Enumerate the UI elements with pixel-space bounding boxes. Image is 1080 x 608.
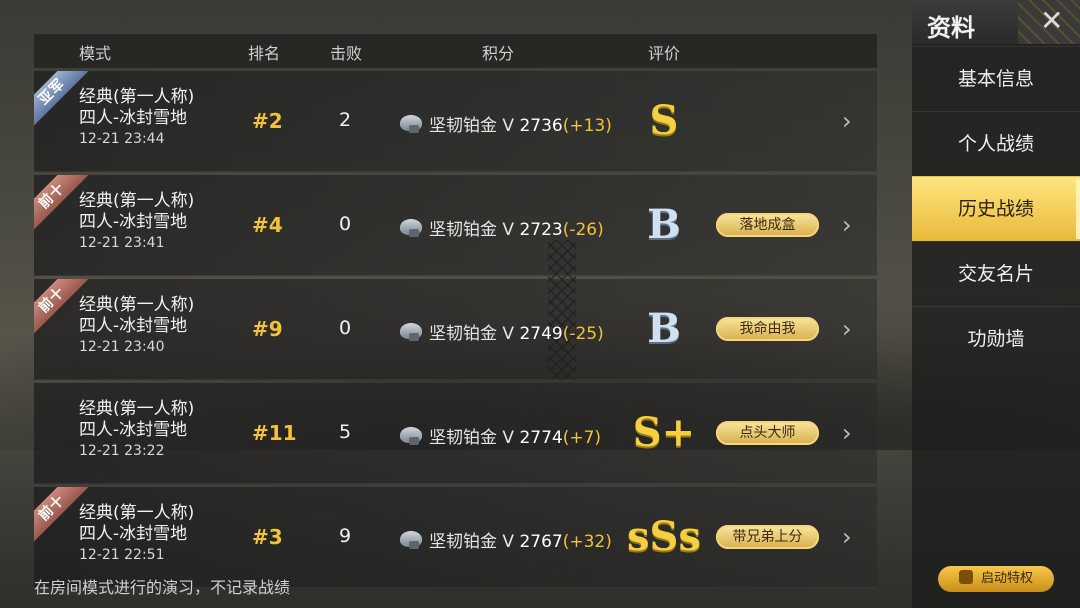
grade-badge: S+ — [632, 409, 696, 456]
crown-icon — [958, 570, 973, 584]
header-rank: 排名 — [248, 44, 281, 63]
rank-value: #9 — [252, 317, 283, 341]
privilege-button[interactable]: 启动特权 — [938, 566, 1054, 592]
tier-helmet-icon — [400, 427, 422, 445]
grade-badge: S — [649, 97, 679, 144]
header-kills: 击败 — [330, 44, 363, 63]
achievement-tag: 我命由我 — [716, 317, 819, 341]
match-row[interactable]: 经典(第一人称) 四人-冰封雪地 12-21 23:22 #11 5 坚韧铂金 … — [34, 383, 877, 484]
mode-name: 经典(第一人称) — [79, 399, 195, 419]
map-name: 四人-冰封雪地 — [79, 316, 188, 336]
match-row[interactable]: 前十 经典(第一人称) 四人-冰封雪地 12-21 23:40 #9 0 坚韧铂… — [34, 279, 877, 380]
rank-value: #2 — [252, 109, 283, 133]
sidebar-title: 资料 — [927, 14, 975, 42]
score-info: 坚韧铂金 V 2736(+13) — [429, 111, 612, 136]
mode-name: 经典(第一人称) — [79, 87, 195, 107]
sidebar-item-3[interactable]: 交友名片 — [912, 241, 1080, 306]
score-info: 坚韧铂金 V 2774(+7) — [429, 423, 601, 448]
kills-value: 0 — [339, 213, 352, 235]
sidebar: 资料 ✕ 基本信息 个人战绩 历史战绩 交友名片 功勋墙 — [912, 0, 1080, 608]
achievement-tag: 落地成盒 — [716, 213, 819, 237]
score-delta: (+32) — [562, 532, 612, 552]
chevron-right-icon[interactable]: › — [842, 107, 852, 135]
kills-value: 5 — [339, 421, 352, 443]
sidebar-item-2[interactable]: 历史战绩 — [912, 176, 1080, 241]
match-row[interactable]: 前十 经典(第一人称) 四人-冰封雪地 12-21 22:51 #3 9 坚韧铂… — [34, 487, 877, 588]
rank-value: #11 — [252, 421, 297, 445]
score-points: 2749 — [519, 324, 563, 344]
kills-value: 9 — [339, 525, 352, 547]
tier-helmet-icon — [400, 115, 422, 133]
match-mode: 经典(第一人称) 四人-冰封雪地 12-21 23:41 — [79, 191, 194, 254]
match-time: 12-21 23:40 — [79, 339, 165, 355]
match-row[interactable]: 亚军 经典(第一人称) 四人-冰封雪地 12-21 23:44 #2 2 坚韧铂… — [34, 71, 877, 172]
achievement-tag: 点头大师 — [716, 421, 819, 445]
grade-badge: B — [647, 305, 681, 352]
map-name: 四人-冰封雪地 — [79, 108, 188, 128]
match-mode: 经典(第一人称) 四人-冰封雪地 12-21 22:51 — [79, 503, 194, 566]
privilege-label: 启动特权 — [980, 571, 1033, 586]
list-header: 模式 排名 击败 积分 评价 — [34, 34, 877, 68]
chevron-right-icon[interactable]: › — [842, 523, 852, 551]
score-delta: (+7) — [562, 428, 602, 448]
tier-helmet-icon — [400, 531, 422, 549]
match-mode: 经典(第一人称) 四人-冰封雪地 12-21 23:40 — [79, 295, 194, 358]
chevron-right-icon[interactable]: › — [842, 211, 852, 239]
score-points: 2736 — [519, 116, 563, 136]
chevron-right-icon[interactable]: › — [842, 315, 852, 343]
chevron-right-icon[interactable]: › — [842, 419, 852, 447]
match-history-list: 模式 排名 击败 积分 评价 亚军 经典(第一人称) 四人-冰封雪地 12-21… — [34, 34, 877, 588]
score-delta: (-25) — [562, 324, 604, 344]
grade-badge: B — [647, 201, 681, 248]
match-mode: 经典(第一人称) 四人-冰封雪地 12-21 23:44 — [79, 87, 194, 150]
tier-name: 坚韧铂金 V — [429, 116, 515, 136]
close-button[interactable]: ✕ — [1018, 0, 1080, 44]
header-rating: 评价 — [648, 44, 681, 63]
footnote: 在房间模式进行的演习，不记录战绩 — [34, 578, 291, 597]
score-info: 坚韧铂金 V 2767(+32) — [429, 527, 612, 552]
kills-value: 0 — [339, 317, 352, 339]
sidebar-header: 资料 ✕ — [912, 0, 1080, 44]
map-name: 四人-冰封雪地 — [79, 524, 188, 544]
grade-badge: sSs — [627, 513, 701, 560]
tier-name: 坚韧铂金 V — [429, 324, 515, 344]
score-info: 坚韧铂金 V 2749(-25) — [429, 319, 604, 344]
header-mode: 模式 — [79, 44, 112, 63]
sidebar-item-4[interactable]: 功勋墙 — [912, 306, 1080, 371]
tier-name: 坚韧铂金 V — [429, 220, 515, 240]
rank-value: #3 — [252, 525, 283, 549]
map-name: 四人-冰封雪地 — [79, 212, 188, 232]
score-points: 2767 — [519, 532, 563, 552]
match-time: 12-21 23:22 — [79, 443, 165, 459]
kills-value: 2 — [339, 109, 352, 131]
header-score: 积分 — [482, 44, 515, 63]
match-time: 12-21 22:51 — [79, 547, 165, 563]
score-delta: (-26) — [562, 220, 604, 240]
sidebar-item-1[interactable]: 个人战绩 — [912, 111, 1080, 176]
tier-name: 坚韧铂金 V — [429, 428, 515, 448]
tier-helmet-icon — [400, 323, 422, 341]
score-delta: (+13) — [562, 116, 612, 136]
match-time: 12-21 23:41 — [79, 235, 165, 251]
tier-name: 坚韧铂金 V — [429, 532, 515, 552]
mode-name: 经典(第一人称) — [79, 295, 195, 315]
achievement-tag: 带兄弟上分 — [716, 525, 819, 549]
map-name: 四人-冰封雪地 — [79, 420, 188, 440]
score-points: 2723 — [519, 220, 563, 240]
tier-helmet-icon — [400, 219, 422, 237]
score-points: 2774 — [519, 428, 563, 448]
score-info: 坚韧铂金 V 2723(-26) — [429, 215, 604, 240]
close-icon: ✕ — [1040, 4, 1064, 37]
match-row[interactable]: 前十 经典(第一人称) 四人-冰封雪地 12-21 23:41 #4 0 坚韧铂… — [34, 175, 877, 276]
match-mode: 经典(第一人称) 四人-冰封雪地 12-21 23:22 — [79, 399, 194, 462]
match-time: 12-21 23:44 — [79, 131, 165, 147]
mode-name: 经典(第一人称) — [79, 191, 195, 211]
rank-value: #4 — [252, 213, 283, 237]
sidebar-item-0[interactable]: 基本信息 — [912, 46, 1080, 111]
mode-name: 经典(第一人称) — [79, 503, 195, 523]
